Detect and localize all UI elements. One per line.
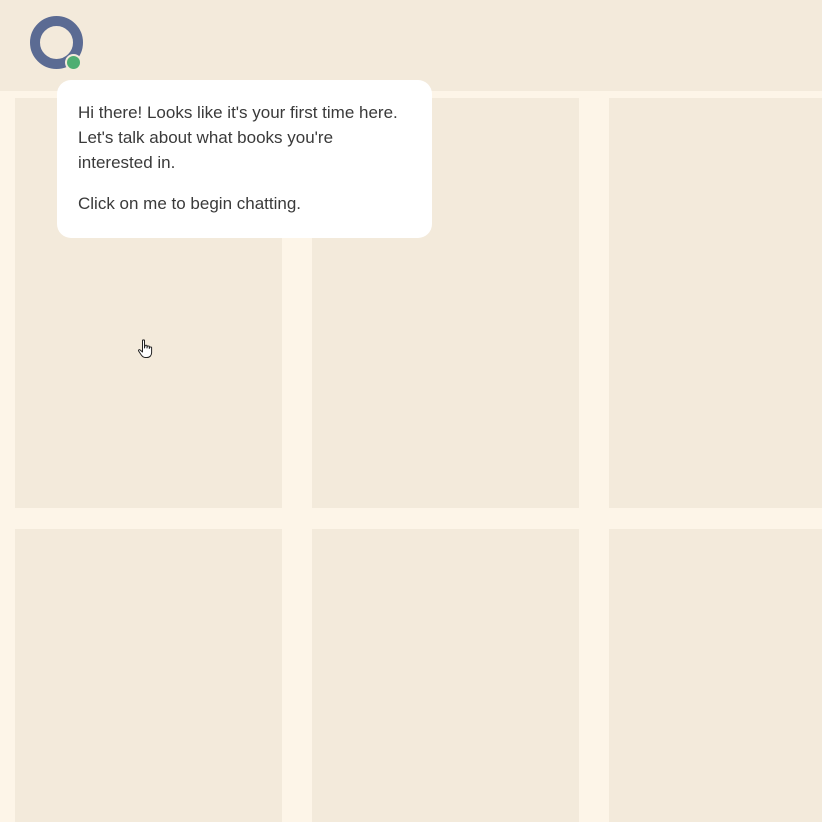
- assistant-welcome-bubble[interactable]: Hi there! Looks like it's your first tim…: [57, 80, 432, 238]
- book-card[interactable]: [609, 98, 822, 508]
- book-card[interactable]: [15, 529, 282, 822]
- online-status-dot: [65, 54, 82, 71]
- welcome-message: Hi there! Looks like it's your first tim…: [78, 103, 398, 172]
- app-page: Hi there! Looks like it's your first tim…: [0, 0, 822, 822]
- book-card[interactable]: [609, 529, 822, 822]
- assistant-avatar-button[interactable]: [30, 16, 83, 71]
- start-chat-prompt: Click on me to begin chatting.: [78, 194, 302, 213]
- header-bar: [0, 0, 822, 91]
- hand-pointer-icon: [137, 339, 153, 358]
- book-card[interactable]: [312, 529, 579, 822]
